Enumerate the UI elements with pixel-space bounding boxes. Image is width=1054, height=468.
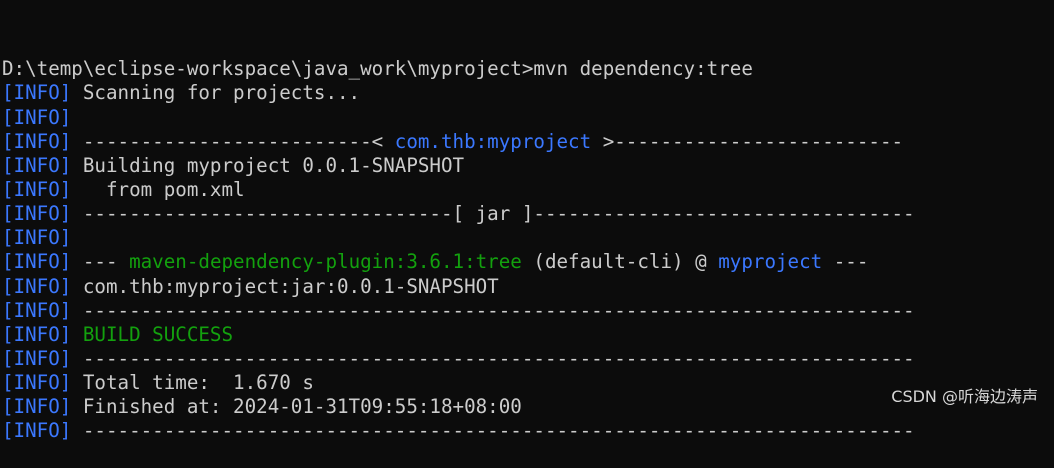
log-line: [INFO] ---------------------------------… <box>0 347 1054 371</box>
log-level-tag: [INFO] <box>2 226 72 250</box>
log-text: D:\temp\eclipse-workspace\java_work\mypr… <box>2 57 753 81</box>
log-level-tag: [INFO] <box>2 81 72 105</box>
log-level-tag: [INFO] <box>2 347 72 370</box>
log-line: [INFO] --------------------------------[… <box>0 202 1054 226</box>
log-line: [INFO] --- maven-dependency-plugin:3.6.1… <box>0 250 1054 274</box>
log-level-tag: [INFO] <box>2 274 72 298</box>
log-text: Building myproject 0.0.1-SNAPSHOT <box>71 153 465 177</box>
log-line: [INFO] Building myproject 0.0.1-SNAPSHOT <box>0 154 1054 178</box>
watermark: CSDN @听海边涛声 <box>891 387 1038 406</box>
log-line: [INFO] <box>0 106 1054 130</box>
terminal-window[interactable]: D:\temp\eclipse-workspace\java_work\mypr… <box>0 0 1054 442</box>
log-text: Finished at: 2024-01-31T09:55:18+08:00 <box>71 395 522 419</box>
log-line: [INFO] -------------------------< com.th… <box>0 130 1054 154</box>
log-text: (default-cli) @ <box>521 250 719 274</box>
log-text: myproject <box>718 250 823 274</box>
log-text: BUILD SUCCESS <box>71 322 234 346</box>
log-level-tag: [INFO] <box>2 322 72 346</box>
log-level-tag: [INFO] <box>2 419 72 443</box>
log-text: ----------------------------------------… <box>71 347 915 370</box>
log-text: com.thb:myproject <box>394 129 592 153</box>
log-level-tag: [INFO] <box>2 371 72 395</box>
log-text: com.thb:myproject:jar:0.0.1-SNAPSHOT <box>71 274 499 298</box>
log-level-tag: [INFO] <box>2 250 72 274</box>
log-line: [INFO] ---------------------------------… <box>0 299 1054 323</box>
log-text: Scanning for projects... <box>71 81 361 105</box>
log-text: --------------------------------[ jar ]-… <box>71 202 915 226</box>
log-level-tag: [INFO] <box>2 105 72 129</box>
log-text: from pom.xml <box>71 178 245 202</box>
log-level-tag: [INFO] <box>2 298 72 322</box>
log-line: [INFO] com.thb:myproject:jar:0.0.1-SNAPS… <box>0 275 1054 299</box>
log-line: [INFO] Scanning for projects... <box>0 81 1054 105</box>
log-text: --- <box>71 250 130 274</box>
log-level-tag: [INFO] <box>2 129 72 153</box>
log-line: [INFO] <box>0 226 1054 250</box>
log-text: -------------------------< <box>71 129 395 153</box>
log-text: --- <box>822 250 869 274</box>
log-text: ----------------------------------------… <box>71 298 915 322</box>
log-line: [INFO] BUILD SUCCESS <box>0 323 1054 347</box>
log-level-tag: [INFO] <box>2 153 72 177</box>
log-level-tag: [INFO] <box>2 202 72 226</box>
log-level-tag: [INFO] <box>2 178 72 202</box>
log-level-tag: [INFO] <box>2 395 72 419</box>
command-prompt-line: D:\temp\eclipse-workspace\java_work\mypr… <box>0 57 1054 81</box>
log-text: ----------------------------------------… <box>71 419 915 443</box>
log-line: [INFO] ---------------------------------… <box>0 419 1054 443</box>
log-text: Total time: 1.670 s <box>71 371 314 395</box>
log-text: maven-dependency-plugin:3.6.1:tree <box>129 250 522 274</box>
log-text: >------------------------- <box>591 129 904 153</box>
log-line: [INFO] from pom.xml <box>0 178 1054 202</box>
